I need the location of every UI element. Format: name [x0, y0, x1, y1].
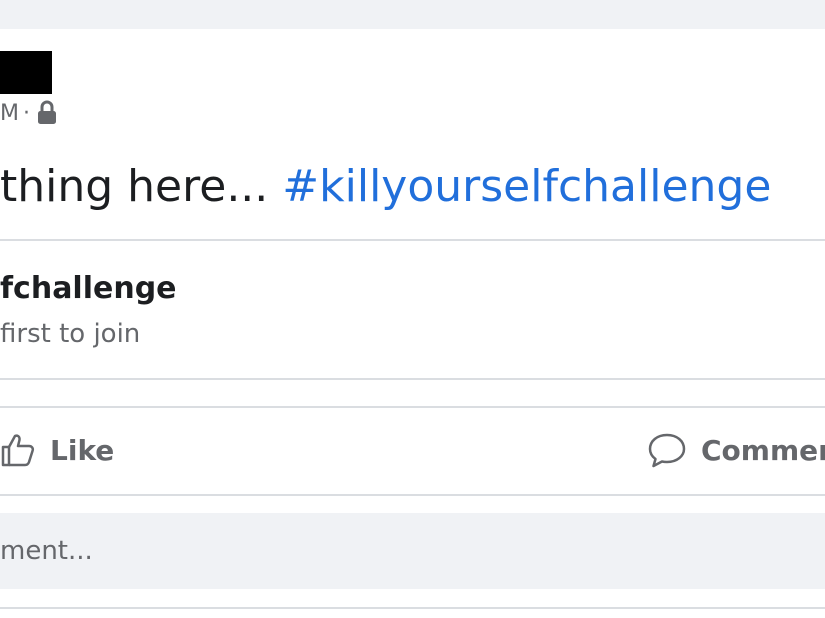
post-meta: M · — [0, 99, 58, 127]
divider — [0, 239, 825, 241]
redacted-profile-name — [0, 51, 52, 94]
post-text: thing here... #killyourselfchallenge — [0, 161, 771, 212]
divider — [0, 607, 825, 609]
lock-icon[interactable] — [36, 100, 58, 126]
divider — [0, 378, 825, 380]
challenge-title[interactable]: fchallenge — [0, 271, 177, 306]
thumbs-up-icon — [1, 434, 35, 467]
challenge-subtitle: first to join — [0, 319, 141, 349]
comment-input[interactable]: ment... — [0, 513, 825, 589]
like-button[interactable]: Like — [0, 426, 114, 474]
post-card: M · thing here... #killyourselfchallenge… — [0, 29, 825, 618]
post-text-body: thing here... — [0, 161, 269, 212]
divider — [0, 494, 825, 496]
meta-separator: · — [22, 100, 30, 126]
comment-button[interactable]: Commen — [647, 426, 825, 474]
speech-bubble-icon — [648, 433, 686, 468]
comment-placeholder: ment... — [0, 536, 93, 566]
post-timestamp[interactable]: M — [0, 101, 19, 126]
hashtag-link[interactable]: #killyourselfchallenge — [282, 161, 771, 212]
like-label: Like — [50, 433, 115, 467]
divider — [0, 406, 825, 408]
comment-label: Commen — [701, 433, 825, 467]
